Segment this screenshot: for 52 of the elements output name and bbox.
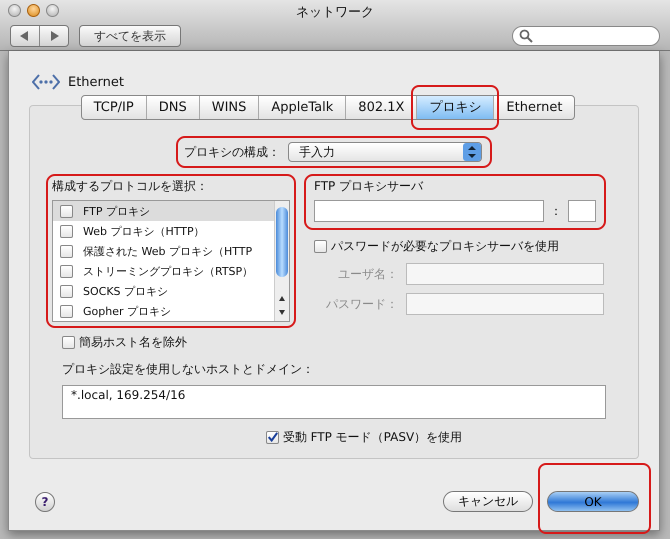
protocol-item[interactable]: Gopher プロキシ: [53, 301, 274, 321]
checkbox[interactable]: [266, 431, 279, 444]
protocols-label: 構成するプロトコルを選択：: [52, 178, 209, 195]
search-icon: [519, 29, 533, 43]
tab[interactable]: Ethernet: [494, 96, 574, 119]
stepper-icon: [463, 143, 481, 161]
config-popup[interactable]: 手入力: [288, 142, 482, 162]
bypass-field[interactable]: *.local, 169.254/16: [62, 385, 606, 419]
tab[interactable]: プロキシ: [417, 96, 494, 119]
exclude-label: 簡易ホスト名を除外: [79, 334, 187, 351]
close-button[interactable]: [8, 4, 21, 17]
checkbox[interactable]: [60, 244, 73, 258]
credential-field[interactable]: [406, 263, 604, 285]
passive-ftp-label: 受動 FTP モード（PASV）を使用: [282, 429, 462, 446]
port-separator: ：: [550, 202, 562, 220]
minimize-button[interactable]: [27, 4, 40, 17]
checkbox[interactable]: [60, 264, 73, 278]
checkbox[interactable]: [60, 204, 73, 218]
show-all-button[interactable]: すべてを表示: [79, 25, 181, 47]
network-icon: [32, 73, 60, 91]
checkbox[interactable]: [60, 224, 73, 238]
checkbox[interactable]: [314, 240, 327, 253]
server-label: FTP プロキシサーバ: [314, 178, 424, 195]
search-field[interactable]: [512, 26, 660, 46]
credential-label: ユーザ名：: [338, 266, 398, 282]
scroll-thumb[interactable]: [276, 207, 288, 277]
tab[interactable]: 802.1X: [346, 96, 416, 119]
protocol-item[interactable]: ストリーミングプロキシ（RTSP）: [53, 261, 274, 281]
checkbox[interactable]: [60, 304, 73, 318]
help-button[interactable]: ?: [35, 492, 55, 512]
tab[interactable]: DNS: [146, 96, 199, 119]
protocol-item[interactable]: Web プロキシ（HTTP）: [53, 221, 274, 241]
protocol-item[interactable]: FTP プロキシ: [53, 201, 274, 221]
checkbox[interactable]: [62, 336, 75, 349]
tab[interactable]: AppleTalk: [259, 96, 346, 119]
password-required-label: パスワードが必要なプロキシサーバを使用: [331, 238, 559, 255]
port-field[interactable]: [568, 200, 596, 222]
tab[interactable]: WINS: [200, 96, 258, 119]
interface-name: Ethernet: [68, 74, 124, 90]
ok-button[interactable]: OK: [547, 491, 639, 512]
cancel-button[interactable]: キャンセル: [443, 491, 533, 512]
checkbox[interactable]: [60, 284, 73, 298]
credential-field[interactable]: [406, 293, 604, 315]
protocol-item[interactable]: SOCKS プロキシ: [53, 281, 274, 301]
window-title: ネットワーク: [296, 4, 374, 21]
server-field[interactable]: [314, 200, 544, 222]
tab[interactable]: TCP/IP: [82, 96, 146, 119]
bypass-label: プロキシ設定を使用しないホストとドメイン：: [62, 361, 315, 378]
zoom-button[interactable]: [46, 4, 59, 17]
config-label: プロキシの構成：: [184, 144, 280, 160]
credential-label: パスワード：: [326, 296, 398, 312]
protocol-item[interactable]: 保護された Web プロキシ（HTTP: [53, 241, 274, 261]
